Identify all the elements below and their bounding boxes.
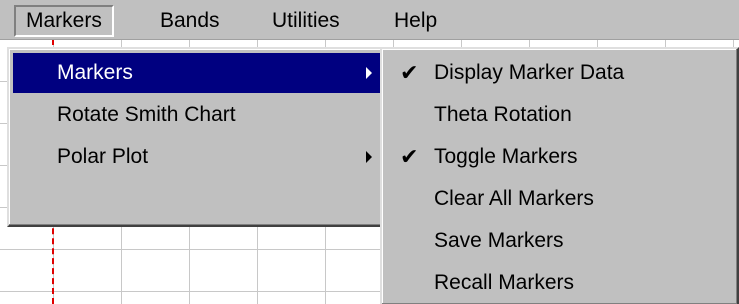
checkmark-icon: ✔ (400, 144, 419, 169)
menu-item-label: Toggle Markers (434, 145, 578, 168)
submenu-item-theta-rotation[interactable]: Theta Rotation (386, 95, 733, 135)
submenu-item-save-markers[interactable]: Save Markers (386, 221, 733, 261)
menu-item-label: Clear All Markers (434, 187, 594, 210)
menu-item-polar-plot[interactable]: Polar Plot (13, 137, 382, 177)
submenu-item-clear-all-markers[interactable]: Clear All Markers (386, 179, 733, 219)
menu-item-label: Polar Plot (57, 145, 149, 168)
menu-item-label: Save Markers (434, 229, 564, 252)
menu-bands[interactable]: Bands (150, 5, 230, 37)
menu-item-label: Recall Markers (434, 271, 575, 294)
chevron-right-icon (366, 67, 372, 79)
menu-item-label: Markers (57, 61, 133, 84)
submenu-item-recall-markers[interactable]: Recall Markers (386, 263, 733, 303)
menu-item-rotate-smith-chart[interactable]: Rotate Smith Chart (13, 95, 382, 135)
menu-markers[interactable]: Markers (14, 5, 114, 37)
menu-item-label: Display Marker Data (434, 61, 625, 84)
menu-help[interactable]: Help (384, 5, 447, 37)
menu-bar: Markers Bands Utilities Help (0, 0, 739, 40)
menu-item-label: Rotate Smith Chart (57, 103, 236, 126)
checkmark-icon: ✔ (400, 60, 419, 85)
markers-dropdown-menu: Markers Rotate Smith Chart Polar Plot (7, 47, 388, 227)
menu-utilities[interactable]: Utilities (262, 5, 350, 37)
submenu-item-display-marker-data[interactable]: ✔ Display Marker Data (386, 53, 733, 93)
chevron-right-icon (366, 151, 372, 163)
menu-item-label: Theta Rotation (434, 103, 572, 126)
markers-submenu: ✔ Display Marker Data Theta Rotation ✔ T… (380, 47, 739, 304)
submenu-item-toggle-markers[interactable]: ✔ Toggle Markers (386, 137, 733, 177)
menu-item-markers[interactable]: Markers (13, 53, 382, 93)
